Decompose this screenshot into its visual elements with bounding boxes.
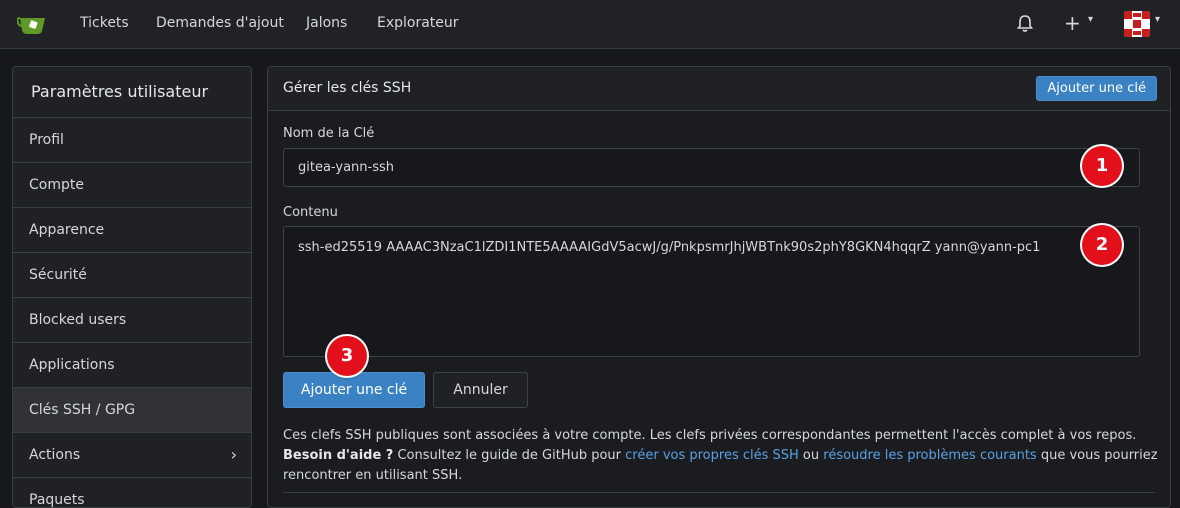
nav-tickets[interactable]: Tickets <box>80 15 129 31</box>
cancel-button[interactable]: Annuler <box>433 372 528 408</box>
sidebar-item-packages[interactable]: Paquets <box>13 478 251 508</box>
chevron-down-icon[interactable]: ▾ <box>1088 14 1093 25</box>
nav-explore[interactable]: Explorateur <box>377 15 459 31</box>
add-key-header-button[interactable]: Ajouter une clé <box>1036 76 1157 101</box>
sidebar-item-label: Compte <box>29 177 84 193</box>
help-intro: Ces clefs SSH publiques sont associées à… <box>283 428 1137 443</box>
top-navbar: Tickets Demandes d'ajout Jalons Explorat… <box>0 0 1180 49</box>
sidebar-item-label: Sécurité <box>29 267 87 283</box>
key-name-label: Nom de la Clé <box>283 126 375 141</box>
sidebar-title: Paramètres utilisateur <box>13 67 251 118</box>
ssh-keys-panel: Gérer les clés SSH Ajouter une clé Nom d… <box>267 66 1171 508</box>
sidebar-item-label: Blocked users <box>29 312 127 328</box>
add-key-submit-button[interactable]: Ajouter une clé <box>283 372 425 408</box>
sidebar-item-label: Actions <box>29 447 81 463</box>
bell-icon[interactable] <box>1015 13 1035 33</box>
chevron-right-icon: › <box>230 445 237 464</box>
sidebar-item-appearance[interactable]: Apparence <box>13 208 251 253</box>
help-text: Ces clefs SSH publiques sont associées à… <box>283 426 1163 486</box>
panel-title: Gérer les clés SSH <box>283 80 412 96</box>
key-name-input[interactable]: gitea-yann-ssh <box>283 148 1140 187</box>
settings-sidebar: Paramètres utilisateur Profil Compte App… <box>12 66 252 508</box>
chevron-down-icon[interactable]: ▾ <box>1155 14 1160 25</box>
avatar[interactable] <box>1124 11 1150 37</box>
sidebar-item-actions[interactable]: Actions › <box>13 433 251 478</box>
sidebar-item-applications[interactable]: Applications <box>13 343 251 388</box>
gitea-logo-icon[interactable] <box>16 12 49 36</box>
sidebar-item-label: Clés SSH / GPG <box>29 402 136 418</box>
sidebar-item-security[interactable]: Sécurité <box>13 253 251 298</box>
create-ssh-keys-link[interactable]: créer vos propres clés SSH <box>625 448 799 463</box>
help-text-part: ou <box>798 448 824 463</box>
help-bold: Besoin d'aide ? <box>283 448 394 463</box>
plus-icon[interactable]: + <box>1064 11 1081 35</box>
sidebar-item-label: Applications <box>29 357 115 373</box>
annotation-badge-1: 1 <box>1082 146 1122 186</box>
sidebar-item-label: Paquets <box>29 492 85 508</box>
troubleshoot-link[interactable]: résoudre les problèmes courants <box>823 448 1036 463</box>
sidebar-item-label: Apparence <box>29 222 105 238</box>
sidebar-item-label: Profil <box>29 132 64 148</box>
nav-milestones[interactable]: Jalons <box>306 15 347 31</box>
nav-pull-requests[interactable]: Demandes d'ajout <box>156 15 284 31</box>
divider <box>283 492 1155 493</box>
sidebar-item-account[interactable]: Compte <box>13 163 251 208</box>
sidebar-item-ssh-gpg-keys[interactable]: Clés SSH / GPG <box>13 388 251 433</box>
annotation-badge-2: 2 <box>1082 225 1122 265</box>
panel-header: Gérer les clés SSH Ajouter une clé <box>268 67 1170 111</box>
sidebar-item-blocked-users[interactable]: Blocked users <box>13 298 251 343</box>
annotation-badge-3: 3 <box>327 336 367 376</box>
key-content-textarea[interactable]: ssh-ed25519 AAAAC3NzaC1lZDI1NTE5AAAAIGdV… <box>283 226 1140 357</box>
sidebar-item-profile[interactable]: Profil <box>13 118 251 163</box>
help-text-part: Consultez le guide de GitHub pour <box>393 448 626 463</box>
content-label: Contenu <box>283 205 338 220</box>
